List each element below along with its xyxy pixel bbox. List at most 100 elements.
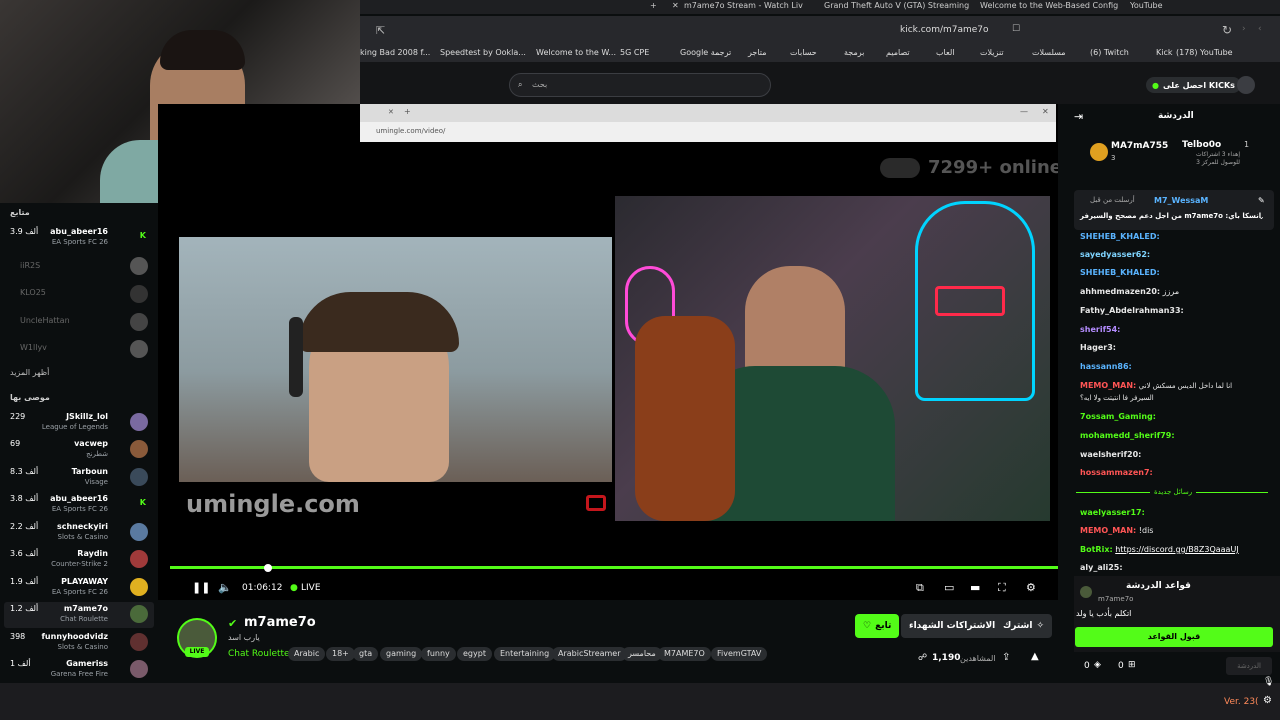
- chat-username[interactable]: 7ossam_Gaming:: [1080, 412, 1156, 421]
- clip-icon[interactable]: ▭: [944, 581, 954, 594]
- tag[interactable]: Entertaining: [494, 647, 556, 661]
- chat-send-button[interactable]: الدردشة: [1226, 657, 1272, 675]
- user-avatar[interactable]: [1237, 76, 1255, 94]
- tag[interactable]: funny: [421, 647, 456, 661]
- accept-rules-button[interactable]: قبول القواعد: [1075, 627, 1273, 647]
- bookmark-folder[interactable]: برمجة: [844, 48, 864, 57]
- bookmark-folder[interactable]: متاجر: [748, 48, 767, 57]
- chat-username[interactable]: sayedyasser62:: [1080, 250, 1150, 259]
- offline-channel[interactable]: KLO25: [20, 288, 46, 297]
- chat-username[interactable]: waelsherif20:: [1080, 450, 1141, 459]
- share-icon[interactable]: ⇪: [1002, 652, 1010, 663]
- channel-name[interactable]: m7ame7o: [244, 615, 316, 630]
- pip-icon[interactable]: ⧉: [916, 581, 924, 595]
- bookmark-item[interactable]: Kick: [1156, 48, 1173, 57]
- offline-channel[interactable]: iiR2S: [20, 261, 40, 270]
- reload-icon[interactable]: ↻: [1222, 23, 1232, 37]
- gift-icon[interactable]: ⊞: [1128, 660, 1136, 670]
- tab-gta[interactable]: Grand Theft Auto V (GTA) Streaming: [824, 1, 969, 10]
- chat-username[interactable]: SHEHEB_KHALED:: [1080, 268, 1160, 277]
- chat-username[interactable]: sherif54:: [1080, 325, 1120, 334]
- tag[interactable]: M7AME7O: [658, 647, 711, 661]
- offline-channel[interactable]: UncleHattan: [20, 316, 70, 325]
- bookmark-item[interactable]: (178) YouTube: [1176, 48, 1233, 57]
- follow-button[interactable]: ♡ تابع: [855, 614, 900, 638]
- subscribe-button[interactable]: اشترك ✧: [995, 614, 1053, 638]
- progress-handle[interactable]: [264, 564, 272, 572]
- chat-username[interactable]: BotRix:: [1080, 545, 1113, 554]
- tab-close-icon[interactable]: ✕: [672, 1, 679, 10]
- url-text[interactable]: kick.com/m7ame7o: [900, 25, 989, 35]
- sidebar-channel[interactable]: 3.8 ألف abu_abeer16 EA Sports FC 26 K: [4, 492, 154, 518]
- bookmark-folder[interactable]: تنزيلات: [980, 48, 1004, 57]
- sidebar-channel[interactable]: 229 JSkillz_lol League of Legends: [4, 410, 154, 436]
- offline-channel[interactable]: W1llyv: [20, 343, 47, 352]
- chat-username[interactable]: MEMO_MAN:: [1080, 526, 1136, 535]
- sidebar-channel[interactable]: 2.2 ألف schneckyiri Slots & Casino: [4, 520, 154, 546]
- show-more-link[interactable]: أظهر المزيد: [10, 368, 49, 377]
- chat-username[interactable]: waelyasser17:: [1080, 508, 1145, 517]
- chat-username[interactable]: aly_ali25:: [1080, 563, 1123, 572]
- back-icon[interactable]: ‹: [1258, 24, 1262, 34]
- sidebar-channel[interactable]: 3.9 ألف abu_abeer16 EA Sports FC 26 K: [4, 225, 154, 251]
- bookmark-folder[interactable]: حسابات: [790, 48, 817, 57]
- fullscreen-icon[interactable]: ⛶: [998, 581, 1006, 595]
- tab-youtube[interactable]: YouTube: [1130, 1, 1163, 10]
- bookmark-icon[interactable]: ☐: [1012, 24, 1020, 34]
- stream-category[interactable]: Chat Roulette: [228, 649, 290, 659]
- chat-username[interactable]: ahhmedmazen20:: [1080, 287, 1160, 296]
- bookmark-item[interactable]: Google ترجمة: [680, 48, 731, 57]
- tag[interactable]: egypt: [457, 647, 492, 661]
- tab-config[interactable]: Welcome to the Web-Based Config: [980, 1, 1118, 10]
- tab-kick[interactable]: m7ame7o Stream - Watch Liv: [684, 1, 803, 10]
- settings-icon[interactable]: ⚙: [1263, 695, 1272, 706]
- sidebar-channel-active[interactable]: 1.2 ألف m7ame7o Chat Roulette: [4, 602, 154, 628]
- chat-link[interactable]: https://discord.gg/B8Z3QaaaUJ: [1115, 545, 1238, 554]
- sidebar-channel[interactable]: 398 funnyhoodvidz Slots & Casino: [4, 630, 154, 656]
- theater-icon[interactable]: ▬: [970, 581, 980, 594]
- live-label[interactable]: LIVE: [301, 583, 321, 593]
- pin-icon[interactable]: ✎: [1258, 196, 1265, 205]
- chat-username[interactable]: SHEHEB_KHALED:: [1080, 232, 1160, 241]
- get-kicks-button[interactable]: ● احصل على KICKs: [1146, 77, 1241, 93]
- chat-username[interactable]: mohamedd_sherif79:: [1080, 431, 1175, 440]
- video-progress-bar[interactable]: [170, 566, 1058, 569]
- chat-username[interactable]: hassann86:: [1080, 362, 1132, 371]
- bookmark-folder[interactable]: العاب: [936, 48, 955, 57]
- tag[interactable]: gta: [353, 647, 379, 661]
- report-icon[interactable]: ▲: [1031, 651, 1039, 662]
- pause-icon[interactable]: ❚❚: [192, 581, 210, 594]
- share-icon[interactable]: ⇱: [376, 24, 385, 37]
- bookmark-item[interactable]: Speedtest by Ookla...: [440, 48, 526, 57]
- tag[interactable]: Arabic: [288, 647, 326, 661]
- tag[interactable]: ArabicStreamer: [552, 647, 627, 661]
- tag[interactable]: 18+: [326, 647, 355, 661]
- bookmark-item[interactable]: (6) Twitch: [1090, 48, 1129, 57]
- chevron-down-icon[interactable]: ⌄: [1258, 212, 1265, 221]
- forward-icon[interactable]: ›: [1242, 24, 1246, 34]
- points-icon[interactable]: ◈: [1094, 660, 1101, 670]
- settings-icon[interactable]: ⚙: [1026, 581, 1036, 594]
- search-input[interactable]: ⌕ بحث: [509, 73, 771, 97]
- bookmark-folder[interactable]: تصاميم: [886, 48, 910, 57]
- sidebar-channel[interactable]: 1.9 ألف PLAYAWAY EA Sports FC 26: [4, 575, 154, 601]
- sidebar-channel[interactable]: 8.3 ألف Tarboun Visage: [4, 465, 154, 491]
- tag[interactable]: FivemGTAV: [711, 647, 768, 661]
- new-tab-icon[interactable]: +: [650, 1, 657, 10]
- sidebar-channel[interactable]: 3.6 ألف Raydin Counter-Strike 2: [4, 547, 154, 573]
- collapse-chat-icon[interactable]: ⇥: [1074, 110, 1083, 123]
- mic-icon[interactable]: 🎙: [1263, 677, 1274, 687]
- chat-username[interactable]: MEMO_MAN:: [1080, 381, 1136, 390]
- bookmark-item[interactable]: 5G CPE: [620, 48, 649, 57]
- tag[interactable]: gaming: [380, 647, 423, 661]
- sidebar-channel[interactable]: 69 vacwep شطرنج: [4, 437, 154, 463]
- bookmark-item[interactable]: Welcome to the W...: [536, 48, 616, 57]
- chat-username[interactable]: hossammazen7:: [1080, 468, 1153, 477]
- tag[interactable]: محامسر: [622, 647, 662, 661]
- bookmark-item[interactable]: king Bad 2008 f...: [360, 48, 430, 57]
- volume-icon[interactable]: 🔈: [218, 581, 232, 594]
- chat-username[interactable]: Fathy_Abdelrahman33:: [1080, 306, 1184, 315]
- bookmark-folder[interactable]: مسلسلات: [1032, 48, 1066, 57]
- chat-username[interactable]: Hager3:: [1080, 343, 1116, 352]
- sidebar-channel[interactable]: 1 ألف Gameriss Garena Free Fire: [4, 657, 154, 683]
